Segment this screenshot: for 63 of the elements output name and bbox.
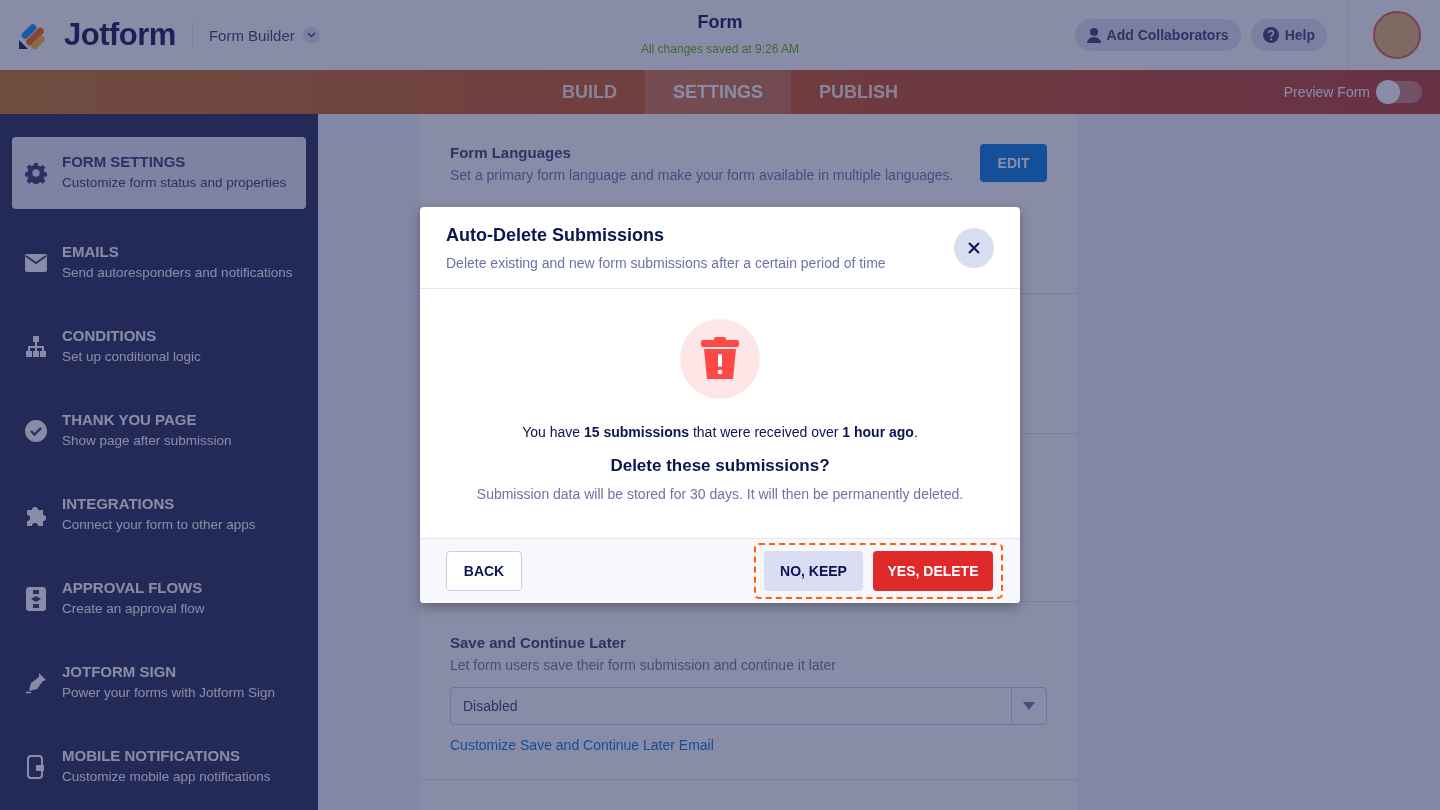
preview-form-label: Preview Form — [1283, 84, 1370, 100]
sidebar-item[interactable]: THANK YOU PAGE Show page after submission — [12, 389, 306, 473]
help-button[interactable]: Help — [1250, 19, 1327, 51]
sidebar-item-description: Customize mobile app notifications — [62, 768, 271, 786]
sidebar-item-title: MOBILE NOTIFICATIONS — [62, 747, 242, 764]
close-icon — [968, 241, 980, 254]
sidebar-item-description: Set up conditional logic — [62, 348, 201, 366]
sidebar-item-description: Power your forms with Jotform Sign — [62, 684, 276, 702]
pen-nib-icon — [25, 672, 47, 694]
dialog-message: You have 15 submissions that were received over 1 hour ago. — [522, 424, 918, 440]
setting-description: Let form users save their form submission and continue it later — [450, 657, 837, 673]
sidebar-item-title: INTEGRATIONS — [62, 495, 176, 512]
flowchart-icon — [26, 587, 46, 611]
check-circle-icon — [25, 420, 47, 442]
setting-title: Form Languages — [450, 144, 572, 161]
nav-tab[interactable]: BUILD — [534, 70, 645, 114]
dropdown-field[interactable]: Disabled — [450, 687, 1047, 725]
gear-icon — [25, 162, 47, 184]
hierarchy-icon — [26, 336, 46, 358]
sidebar-item[interactable]: CONDITIONS Set up conditional logic — [12, 305, 306, 389]
dialog-note: Submission data will be stored for 30 days. It will then be permanently deleted. — [476, 486, 964, 502]
customize-email-link[interactable]: Customize Save and Continue Later Email — [450, 737, 714, 753]
brand-name: Jotform — [64, 17, 176, 53]
sidebar-item[interactable]: EMAILS Send autoresponders and notifications — [12, 221, 306, 305]
dialog-title: Auto-Delete Submissions — [446, 224, 666, 246]
sidebar-item-description: Create an approval flow — [62, 600, 205, 618]
sidebar-item-title: JOTFORM SIGN — [62, 663, 178, 680]
sidebar-item[interactable]: JOTFORM SIGN Power your forms with Jotform Sign — [12, 641, 306, 725]
phone-icon — [27, 755, 45, 779]
sidebar-item-title: CONDITIONS — [62, 327, 158, 344]
form-title: Form — [697, 12, 743, 33]
sidebar-item-description: Show page after submission — [62, 432, 232, 450]
nav-tab[interactable]: PUBLISH — [791, 70, 926, 114]
add-collaborators-button[interactable]: Add Collaborators — [1074, 19, 1241, 51]
dialog-subtitle: Delete existing and new form submissions after a certain period of time — [446, 254, 887, 271]
delete-button[interactable]: YES, DELETE — [873, 551, 993, 591]
sidebar-item-description: Send autoresponders and notifications — [62, 264, 293, 282]
avatar[interactable] — [1373, 11, 1421, 59]
help-icon — [1262, 27, 1279, 43]
edit-button[interactable]: EDIT — [980, 144, 1047, 182]
envelope-icon — [25, 254, 47, 272]
sidebar-item-description: Connect your form to other apps — [62, 516, 256, 534]
keep-button[interactable]: NO, KEEP — [764, 551, 863, 591]
sidebar-item[interactable]: MOBILE NOTIFICATIONS Customize mobile app notifications — [12, 725, 306, 809]
close-button[interactable] — [954, 227, 994, 268]
sidebar-item-title: FORM SETTINGS — [62, 153, 187, 170]
sidebar-item[interactable]: APPROVAL FLOWS Create an approval flow — [12, 557, 306, 641]
sidebar-item[interactable]: FORM SETTINGS Customize form status and properties — [12, 137, 306, 209]
user-icon — [1086, 27, 1101, 43]
dialog-question: Delete these submissions? — [610, 456, 830, 476]
sidebar-item-title: THANK YOU PAGE — [62, 411, 198, 428]
setting-title: Save and Continue Later — [450, 634, 627, 651]
chevron-down-icon — [302, 26, 320, 44]
sidebar-item[interactable]: INTEGRATIONS Connect your form to other apps — [12, 473, 306, 557]
product-menu[interactable]: Form Builder — [208, 26, 320, 44]
save-status: All changes saved at 9:26 AM — [640, 42, 800, 56]
sidebar-item-title: EMAILS — [62, 243, 120, 260]
trash-warning-icon — [700, 337, 740, 381]
back-button[interactable]: BACK — [446, 551, 522, 591]
setting-description: Set a primary form language and make your form available in multiple languages. — [450, 167, 954, 183]
puzzle-icon — [25, 504, 47, 526]
sidebar-item-title: APPROVAL FLOWS — [62, 579, 204, 596]
sidebar-item-description: Customize form status and properties — [62, 174, 287, 192]
